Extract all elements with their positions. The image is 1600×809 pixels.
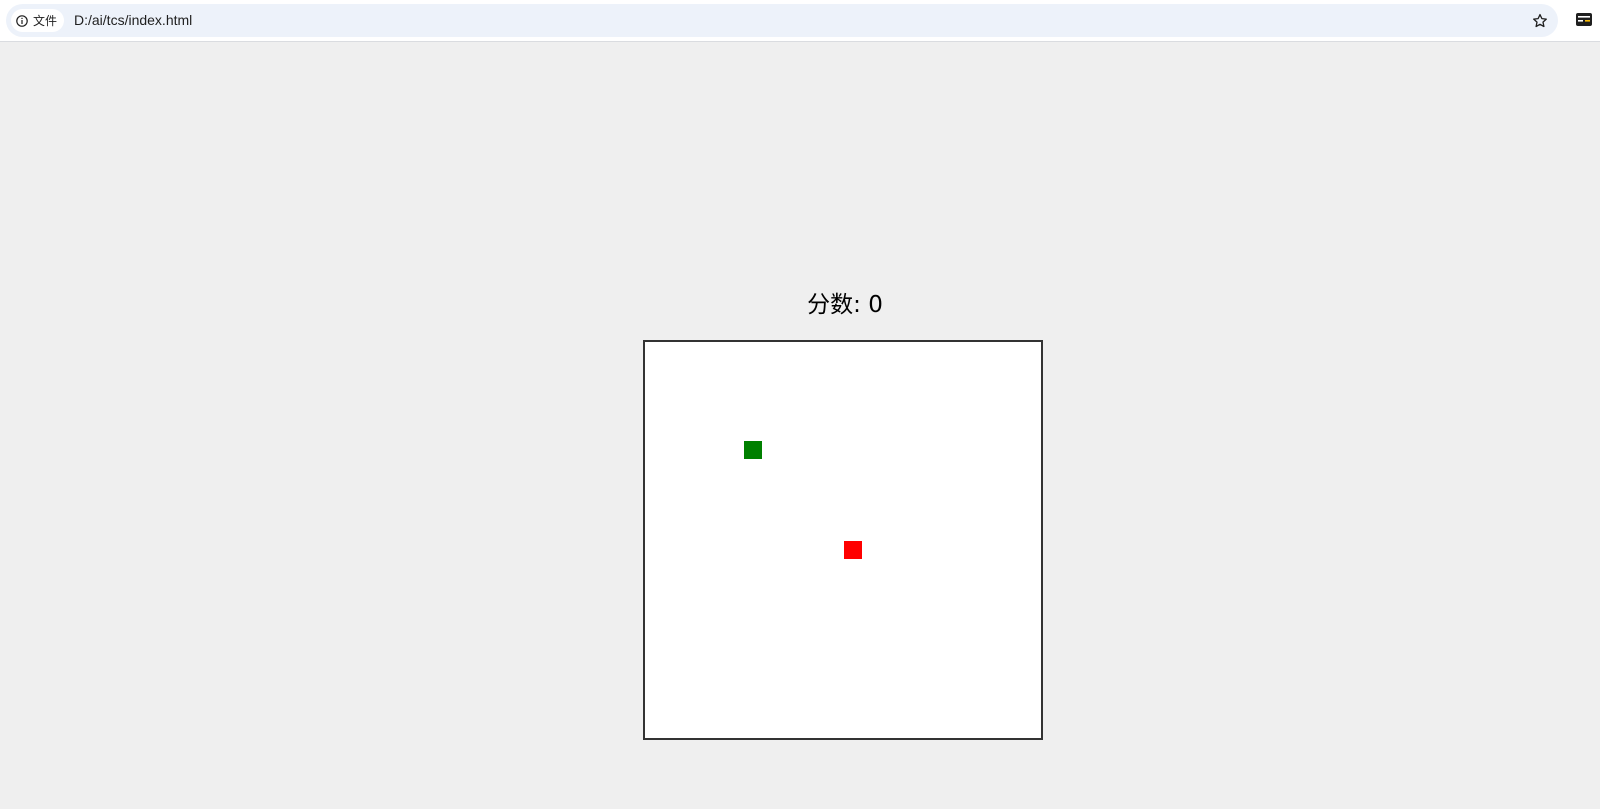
extension-icon[interactable] [1576,13,1592,26]
star-icon[interactable] [1532,13,1548,29]
info-icon [16,14,28,27]
site-info-chip[interactable]: 文件 [11,9,65,32]
snake-head [744,441,762,459]
food-cell [844,541,862,559]
address-bar[interactable]: 文件 D:/ai/tcs/index.html [6,4,1558,37]
site-chip-label: 文件 [33,14,58,28]
browser-toolbar: 文件 D:/ai/tcs/index.html [0,0,1600,42]
game-board[interactable] [643,340,1043,740]
score-display: 分数: 0 [807,292,883,318]
url-text[interactable]: D:/ai/tcs/index.html [74,12,192,29]
